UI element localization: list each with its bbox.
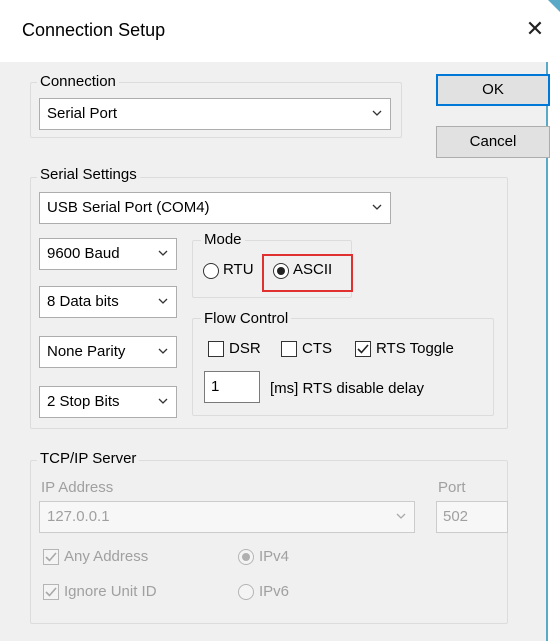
data-bits-value: 8 Data bits: [47, 293, 119, 310]
chevron-down-icon: [396, 513, 406, 519]
title-bar: Connection Setup ✕: [0, 0, 548, 62]
tcp-ip-group-label: TCP/IP Server: [37, 450, 140, 467]
ip-address-select[interactable]: 127.0.0.1: [39, 501, 415, 533]
window-corner-accent: [548, 0, 560, 12]
ipv6-radio[interactable]: [238, 584, 254, 600]
rts-delay-label: [ms] RTS disable delay: [270, 380, 424, 397]
dialog-window: Connection Setup ✕ OK Cancel Connection …: [0, 0, 550, 641]
chevron-down-icon: [372, 110, 382, 116]
chevron-down-icon: [158, 348, 168, 354]
parity-select[interactable]: None Parity: [39, 336, 177, 368]
cts-checkbox[interactable]: [281, 341, 297, 357]
parity-value: None Parity: [47, 343, 126, 360]
checkmark-icon: [45, 552, 57, 562]
baud-value: 9600 Baud: [47, 245, 120, 262]
rts-toggle-label: RTS Toggle: [376, 340, 454, 357]
window-title: Connection Setup: [22, 20, 166, 40]
serial-port-value: USB Serial Port (COM4): [47, 199, 210, 216]
connection-type-value: Serial Port: [47, 105, 118, 122]
ipv4-label: IPv4: [259, 548, 290, 565]
stop-bits-select[interactable]: 2 Stop Bits: [39, 386, 177, 418]
rts-delay-value: 1: [211, 378, 220, 395]
checkmark-icon: [45, 587, 57, 597]
dsr-label: DSR: [229, 340, 261, 357]
ignore-unit-id-checkbox[interactable]: [43, 584, 59, 600]
mode-rtu-radio[interactable]: [203, 263, 219, 279]
ip-address-label: IP Address: [41, 479, 114, 496]
close-icon[interactable]: ✕: [522, 14, 548, 44]
mode-group-label: Mode: [201, 231, 245, 248]
baud-select[interactable]: 9600 Baud: [39, 238, 177, 270]
stop-bits-value: 2 Stop Bits: [47, 393, 120, 410]
chevron-down-icon: [158, 398, 168, 404]
checkmark-icon: [357, 344, 369, 354]
any-address-label: Any Address: [64, 548, 149, 565]
cts-label: CTS: [302, 340, 332, 357]
ipv6-label: IPv6: [259, 583, 290, 600]
ipv4-radio[interactable]: [238, 549, 254, 565]
ok-button[interactable]: OK: [436, 74, 550, 106]
ascii-highlight-box: [262, 254, 353, 292]
data-bits-select[interactable]: 8 Data bits: [39, 286, 177, 318]
rts-delay-input[interactable]: 1: [204, 371, 260, 403]
connection-type-select[interactable]: Serial Port: [39, 98, 391, 130]
port-label: Port: [438, 479, 466, 496]
chevron-down-icon: [158, 298, 168, 304]
rts-toggle-checkbox[interactable]: [355, 341, 371, 357]
any-address-checkbox[interactable]: [43, 549, 59, 565]
serial-port-select[interactable]: USB Serial Port (COM4): [39, 192, 391, 224]
connection-group-label: Connection: [37, 73, 119, 90]
mode-rtu-label: RTU: [223, 261, 254, 278]
cancel-button[interactable]: Cancel: [436, 126, 550, 158]
dsr-checkbox[interactable]: [208, 341, 224, 357]
ip-address-value: 127.0.0.1: [47, 508, 110, 525]
port-input[interactable]: 502: [436, 501, 508, 533]
chevron-down-icon: [158, 250, 168, 256]
port-value: 502: [443, 508, 469, 525]
serial-settings-group-label: Serial Settings: [37, 166, 140, 183]
flow-control-group-label: Flow Control: [201, 310, 292, 327]
chevron-down-icon: [372, 204, 382, 210]
ignore-unit-id-label: Ignore Unit ID: [64, 583, 157, 600]
